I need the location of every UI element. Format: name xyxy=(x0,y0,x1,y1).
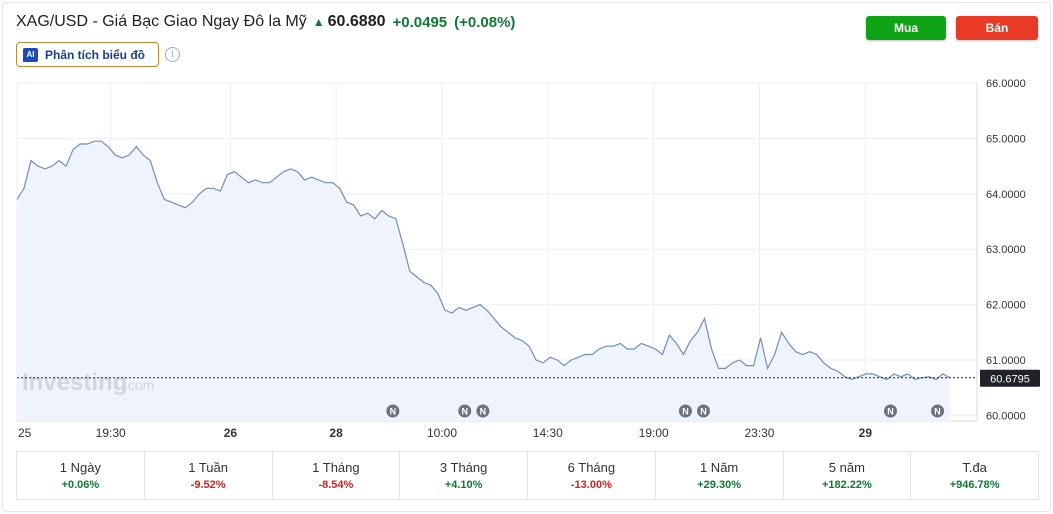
performance-period-label: 5 năm xyxy=(828,460,865,475)
performance-period-label: 1 Ngày xyxy=(59,460,101,475)
performance-period-label: 1 Tuần xyxy=(188,460,228,475)
news-marker-label: N xyxy=(682,407,689,417)
performance-period-value: -13.00% xyxy=(570,479,612,491)
performance-period[interactable]: 1 Năm +29.30% xyxy=(656,452,784,499)
y-tick-label: 62.0000 xyxy=(986,300,1026,312)
performance-period-label: T.đa xyxy=(962,460,987,475)
performance-period[interactable]: T.đa +946.78% xyxy=(911,452,1038,499)
y-tick-label: 60.0000 xyxy=(986,410,1026,422)
x-tick-label: 19:30 xyxy=(96,426,126,440)
performance-period[interactable]: 6 Tháng -13.00% xyxy=(528,452,656,499)
news-marker-label: N xyxy=(700,407,707,417)
performance-period[interactable]: 1 Tuần -9.52% xyxy=(145,452,273,499)
x-tick-label: 26 xyxy=(224,426,238,440)
x-tick-label: 10:00 xyxy=(427,426,457,440)
investing-logo: Investing xyxy=(22,369,127,396)
performance-period-value: -9.52% xyxy=(190,479,226,491)
y-tick-label: 63.0000 xyxy=(986,244,1026,256)
y-tick-label: 64.0000 xyxy=(986,189,1026,201)
performance-period-value: -8.54% xyxy=(318,479,354,491)
news-marker-label: N xyxy=(461,407,468,417)
news-marker-label: N xyxy=(934,407,941,417)
news-marker-label: N xyxy=(390,407,397,417)
performance-period-value: +4.10% xyxy=(444,479,483,491)
y-tick-label: 61.0000 xyxy=(986,355,1026,367)
x-tick-label: 29 xyxy=(859,426,873,440)
performance-period-value: +0.06% xyxy=(61,479,100,491)
news-marker-label: N xyxy=(887,407,894,417)
x-tick-label: 25 xyxy=(18,426,32,440)
y-tick-label: 66.0000 xyxy=(986,78,1026,90)
x-tick-label: 28 xyxy=(329,426,343,440)
performance-table: 1 Ngày +0.06% 1 Tuần -9.52% 1 Tháng -8.54% 3 T… xyxy=(16,451,1039,500)
performance-period[interactable]: 5 năm +182.22% xyxy=(784,452,912,499)
performance-period[interactable]: 3 Tháng +4.10% xyxy=(400,452,528,499)
news-marker-label: N xyxy=(480,407,487,417)
performance-period[interactable]: 1 Ngày +0.06% xyxy=(17,452,145,499)
performance-period-label: 1 Năm xyxy=(699,460,739,475)
performance-period-label: 6 Tháng xyxy=(567,460,616,475)
x-tick-label: 23:30 xyxy=(744,426,774,440)
y-tick-label: 65.0000 xyxy=(986,133,1026,145)
x-tick-label: 19:00 xyxy=(639,426,669,440)
x-tick-label: 14:30 xyxy=(533,426,563,440)
performance-period-value: +29.30% xyxy=(697,479,741,491)
performance-period-value: +182.22% xyxy=(821,479,872,491)
investing-logo-suffix: .com xyxy=(124,377,154,393)
performance-period-label: 1 Tháng xyxy=(312,460,360,475)
last-price-label: 60.6795 xyxy=(990,373,1030,385)
performance-period[interactable]: 1 Tháng -8.54% xyxy=(273,452,401,499)
performance-period-label: 3 Tháng xyxy=(439,460,488,475)
performance-period-value: +946.78% xyxy=(949,479,1000,491)
price-chart[interactable]: 66.0000 65.0000 64.0000 63.0000 62.0000 61.00… xyxy=(0,0,1053,514)
